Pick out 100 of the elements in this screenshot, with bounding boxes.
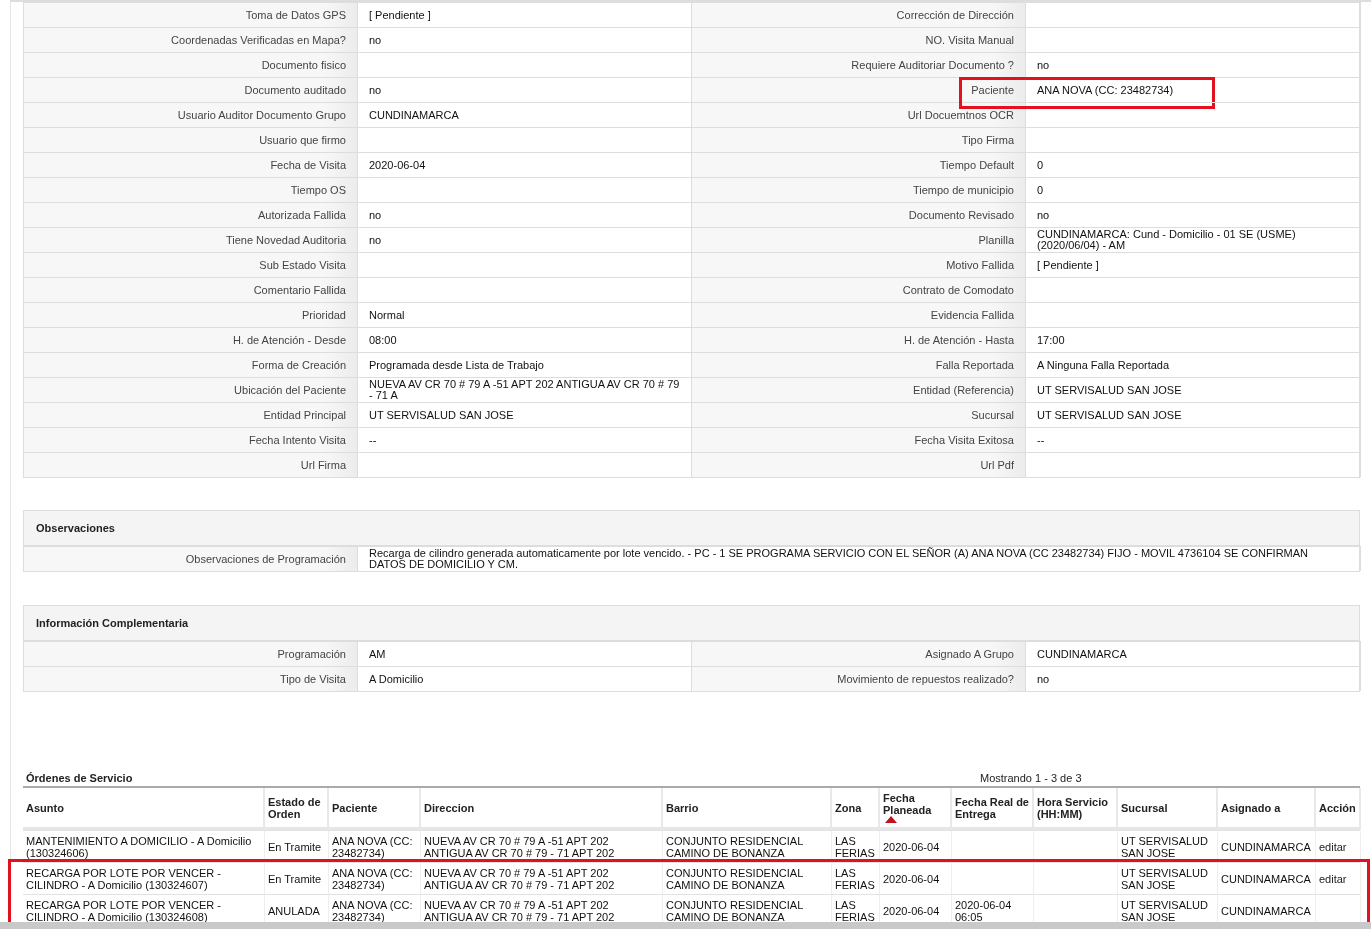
column-header[interactable]: Sucursal: [1118, 788, 1218, 830]
field-label: Fecha de Visita: [24, 152, 358, 177]
field-value: --: [358, 427, 692, 452]
field-value: no: [358, 77, 692, 102]
table-cell: CUNDINAMARCA: [1218, 863, 1316, 894]
field-value: no: [1026, 666, 1361, 691]
field-label: Planilla: [692, 227, 1026, 252]
field-value: Normal: [358, 302, 692, 327]
section-header: Observaciones: [23, 510, 1360, 546]
table-cell: LAS FERIAS: [832, 863, 880, 894]
table-cell: CUNDINAMARCA: [1218, 831, 1316, 862]
table-cell: 2020-06-04: [880, 863, 952, 894]
horizontal-scrollbar[interactable]: [0, 922, 1371, 929]
field-value: [ Pendiente ]: [358, 2, 692, 27]
field-label: Usuario Auditor Documento Grupo: [24, 102, 358, 127]
field-label: Movimiento de repuestos realizado?: [692, 666, 1026, 691]
field-value: 08:00: [358, 327, 692, 352]
field-label: NO. Visita Manual: [692, 27, 1026, 52]
field-label: Usuario que firmo: [24, 127, 358, 152]
field-value: no: [358, 227, 692, 252]
table-cell: UT SERVISALUD SAN JOSE: [1118, 831, 1218, 862]
table-cell: ANA NOVA (CC: 23482734): [329, 863, 421, 894]
field-value: 2020-06-04: [358, 152, 692, 177]
field-label: Documento fisico: [24, 52, 358, 77]
column-header[interactable]: Fecha Planeada: [880, 788, 952, 830]
column-header[interactable]: Acción: [1316, 788, 1361, 830]
field-value: [ Pendiente ]: [1026, 252, 1361, 277]
table-cell: LAS FERIAS: [832, 831, 880, 862]
table-cell: UT SERVISALUD SAN JOSE: [1118, 863, 1218, 894]
sort-ascending-icon: [885, 816, 897, 823]
table-cell: NUEVA AV CR 70 # 79 A -51 APT 202 ANTIGUA AV CR 70 # 79 - 71 APT 202: [421, 863, 663, 894]
field-label: Tiempo OS: [24, 177, 358, 202]
field-label: Toma de Datos GPS: [24, 2, 358, 27]
column-header[interactable]: Asignado a: [1218, 788, 1316, 830]
field-label: Documento Revisado: [692, 202, 1026, 227]
field-value: CUNDINAMARCA: Cund - Domicilio - 01 SE (USME) (2020/06/04) - AM: [1026, 227, 1361, 252]
field-label: Tiempo Default: [692, 152, 1026, 177]
field-value: Programada desde Lista de Trabajo: [358, 352, 692, 377]
field-label: Requiere Auditoriar Documento ?: [692, 52, 1026, 77]
field-value: CUNDINAMARCA: [1026, 641, 1361, 666]
field-label: Entidad (Referencia): [692, 377, 1026, 402]
field-label: Sucursal: [692, 402, 1026, 427]
table-cell: En Tramite: [265, 831, 329, 862]
column-header[interactable]: Zona: [832, 788, 880, 830]
column-header[interactable]: Estado de Orden: [265, 788, 329, 830]
field-label: Tipo de Visita: [24, 666, 358, 691]
field-label: Url Firma: [24, 452, 358, 477]
edit-link[interactable]: editar: [1319, 872, 1347, 885]
column-header[interactable]: Fecha Real de Entrega: [952, 788, 1034, 830]
table-cell: ANA NOVA (CC: 23482734): [329, 831, 421, 862]
table-cell: En Tramite: [265, 863, 329, 894]
edit-link[interactable]: editar: [1319, 840, 1347, 853]
field-value: --: [1026, 427, 1361, 452]
field-value: no: [358, 202, 692, 227]
column-header[interactable]: Barrio: [663, 788, 832, 830]
field-label: H. de Atención - Hasta: [692, 327, 1026, 352]
field-label: Entidad Principal: [24, 402, 358, 427]
section-title: Órdenes de Servicio: [25, 772, 134, 784]
column-header[interactable]: Paciente: [329, 788, 421, 830]
field-label: Observaciones de Programación: [24, 546, 358, 571]
field-value: UT SERVISALUD SAN JOSE: [358, 402, 692, 427]
table-cell: MANTENIMIENTO A DOMICILIO - A Domicilio (130324606): [23, 831, 265, 862]
field-value: UT SERVISALUD SAN JOSE: [1026, 402, 1361, 427]
field-label: Autorizada Fallida: [24, 202, 358, 227]
field-label: Comentario Fallida: [24, 277, 358, 302]
column-header[interactable]: Hora Servicio (HH:MM): [1034, 788, 1118, 830]
field-label: Tipo Firma: [692, 127, 1026, 152]
field-label: Motivo Fallida: [692, 252, 1026, 277]
field-value: no: [358, 27, 692, 52]
table-cell: NUEVA AV CR 70 # 79 A -51 APT 202 ANTIGUA AV CR 70 # 79 - 71 APT 202: [421, 831, 663, 862]
field-label: Ubicación del Paciente: [24, 377, 358, 402]
field-label: Forma de Creación: [24, 352, 358, 377]
field-value: UT SERVISALUD SAN JOSE: [1026, 377, 1361, 402]
paging-info: Mostrando 1 - 3 de 3: [980, 772, 1082, 784]
field-value: A Ninguna Falla Reportada: [1026, 352, 1361, 377]
field-label: Prioridad: [24, 302, 358, 327]
field-value: Recarga de cilindro generada automaticamente por lote vencido. - PC - 1 SE PROGRAMA SERVICIO CON EL SEÑOR (A) ANA NOVA (CC 23482734) FIJO - MOVIL 4736104 SE CONFIRMAN DATOS DE DOMICILIO Y CM.: [358, 546, 1361, 571]
field-label: Paciente: [692, 77, 1026, 102]
field-label: H. de Atención - Desde: [24, 327, 358, 352]
field-label: Asignado A Grupo: [692, 641, 1026, 666]
column-header[interactable]: Direccion: [421, 788, 663, 830]
section-header: Información Complementaria: [23, 605, 1360, 641]
column-header[interactable]: Asunto: [23, 788, 265, 830]
field-label: Tiempo de municipio: [692, 177, 1026, 202]
field-label: Documento auditado: [24, 77, 358, 102]
field-label: Programación: [24, 641, 358, 666]
field-label: Fecha Intento Visita: [24, 427, 358, 452]
field-value: no: [1026, 52, 1361, 77]
field-label: Fecha Visita Exitosa: [692, 427, 1026, 452]
field-label: Evidencia Fallida: [692, 302, 1026, 327]
field-label: Coordenadas Verificadas en Mapa?: [24, 27, 358, 52]
field-label: Sub Estado Visita: [24, 252, 358, 277]
field-label: Url Pdf: [692, 452, 1026, 477]
field-label: Tiene Novedad Auditoria: [24, 227, 358, 252]
table-cell: CONJUNTO RESIDENCIAL CAMINO DE BONANZA: [663, 831, 832, 862]
field-label: Corrección de Dirección: [692, 2, 1026, 27]
field-value: 17:00: [1026, 327, 1361, 352]
field-value: NUEVA AV CR 70 # 79 A -51 APT 202 ANTIGUA AV CR 70 # 79 - 71 A: [358, 377, 692, 402]
table-cell: 2020-06-04: [880, 831, 952, 862]
field-value: 0: [1026, 177, 1361, 202]
